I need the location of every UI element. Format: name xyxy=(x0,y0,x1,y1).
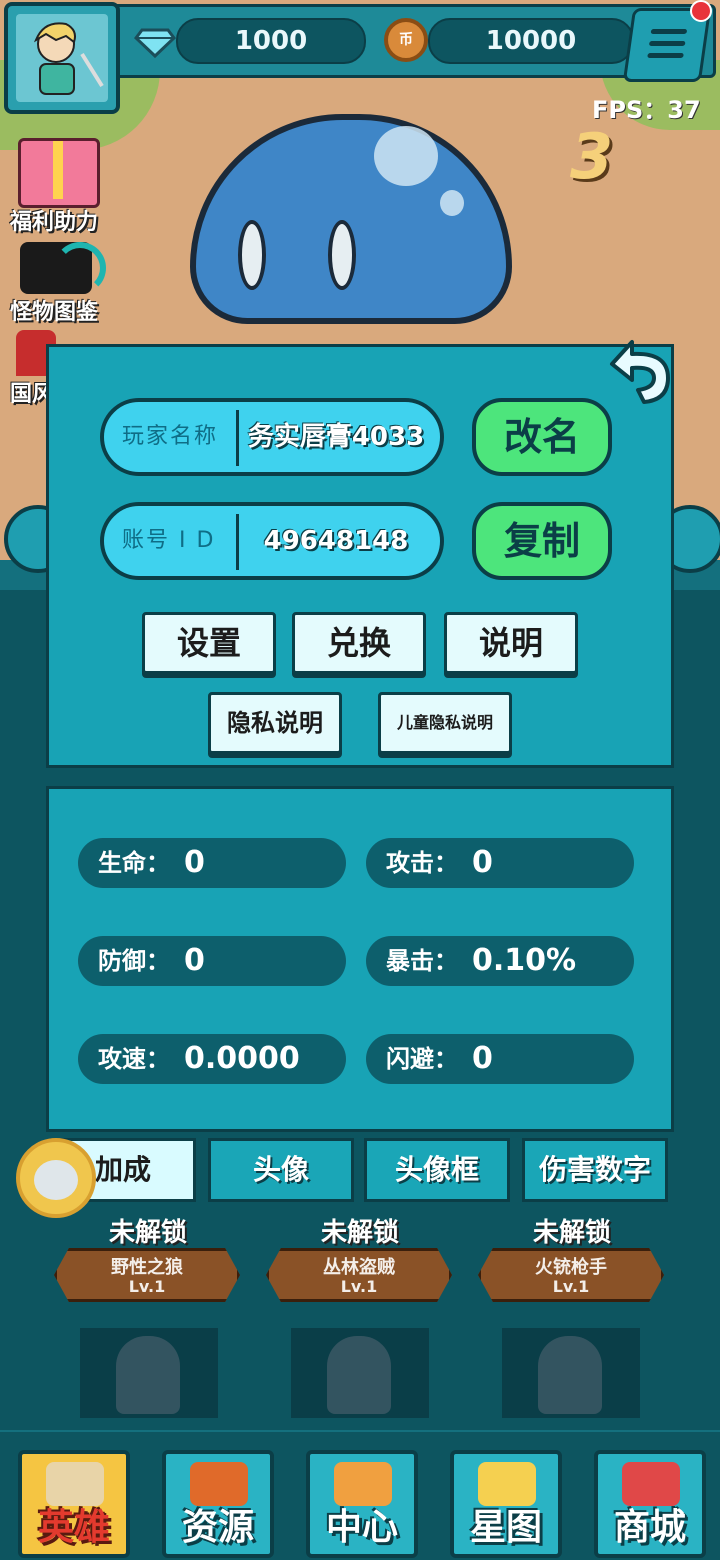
redeem-button[interactable]: 兑换 xyxy=(292,612,426,674)
slime-highlight xyxy=(374,126,438,186)
hero-silhouette-icon xyxy=(116,1336,180,1414)
stat-defense: 防御： 0 xyxy=(78,936,346,986)
notification-dot xyxy=(690,0,712,22)
player-name-field: 玩家名称 务实唇膏4033 xyxy=(100,398,444,476)
tab-avatar-frame[interactable]: 头像框 xyxy=(364,1138,510,1202)
nav-heroes[interactable]: 英雄 xyxy=(18,1450,130,1558)
instructions-button[interactable]: 说明 xyxy=(444,612,578,674)
hero-card[interactable] xyxy=(80,1328,218,1418)
rename-button[interactable]: 改名 xyxy=(472,398,612,476)
copy-button[interactable]: 复制 xyxy=(472,502,612,580)
tab-avatar[interactable]: 头像 xyxy=(208,1138,354,1202)
player-name-label: 玩家名称 xyxy=(122,424,219,449)
hero-lock-status: 未解锁 xyxy=(532,1218,611,1248)
slime-eye xyxy=(238,220,266,290)
stat-attack: 攻击： 0 xyxy=(366,838,634,888)
stat-crit: 暴击： 0.10% xyxy=(366,936,634,986)
hero-silhouette-icon xyxy=(538,1336,602,1414)
child-privacy-button[interactable]: 儿童隐私说明 xyxy=(378,692,512,754)
slime-eye xyxy=(328,220,356,290)
nav-shop[interactable]: 商城 xyxy=(594,1450,706,1558)
account-id-value: 49648148 xyxy=(263,526,409,556)
coin-count: 10000 xyxy=(485,26,577,56)
stat-dodge: 闪避： 0 xyxy=(366,1034,634,1084)
gem-counter: 1000 xyxy=(176,18,366,64)
hero-lock-status: 未解锁 xyxy=(320,1218,399,1248)
hero-card-ribbon[interactable]: 野性之狼 Lv.1 xyxy=(54,1248,240,1302)
player-name-value: 务实唇膏4033 xyxy=(247,422,425,452)
wave-number: 3 xyxy=(570,120,614,193)
stat-attack-speed: 攻速： 0.0000 xyxy=(78,1034,346,1084)
hero-lock-status: 未解锁 xyxy=(108,1218,187,1248)
monster-book-label[interactable]: 怪物图鉴 xyxy=(10,294,98,326)
coin-icon: 币 xyxy=(384,18,428,62)
hero-card[interactable] xyxy=(502,1328,640,1418)
nav-star-map[interactable]: 星图 xyxy=(450,1450,562,1558)
diamond-icon xyxy=(134,28,176,59)
stat-hp: 生命： 0 xyxy=(78,838,346,888)
account-id-label: 账号 I D xyxy=(122,528,216,553)
hero-silhouette-icon xyxy=(327,1336,391,1414)
gem-count: 1000 xyxy=(234,26,308,56)
gift-icon[interactable] xyxy=(18,138,100,208)
player-avatar[interactable] xyxy=(4,2,120,114)
privacy-policy-button[interactable]: 隐私说明 xyxy=(208,692,342,754)
tab-damage-numbers[interactable]: 伤害数字 xyxy=(522,1138,668,1202)
coin-counter: 10000 xyxy=(428,18,634,64)
nav-resources[interactable]: 资源 xyxy=(162,1450,274,1558)
hero-card-ribbon[interactable]: 火铳枪手 Lv.1 xyxy=(478,1248,664,1302)
hero-card[interactable] xyxy=(291,1328,429,1418)
account-id-field: 账号 I D 49648148 xyxy=(100,502,444,580)
hero-card-ribbon[interactable]: 丛林盗贼 Lv.1 xyxy=(266,1248,452,1302)
slime-highlight xyxy=(440,190,464,216)
settings-button[interactable]: 设置 xyxy=(142,612,276,674)
nav-center[interactable]: 中心 xyxy=(306,1450,418,1558)
welfare-label[interactable]: 福利助力 xyxy=(10,204,98,236)
mascot-helper-icon[interactable] xyxy=(16,1138,96,1218)
hero-portrait-icon xyxy=(16,14,108,102)
back-arrow-icon[interactable] xyxy=(598,334,678,408)
monster-book-icon[interactable] xyxy=(20,242,106,294)
